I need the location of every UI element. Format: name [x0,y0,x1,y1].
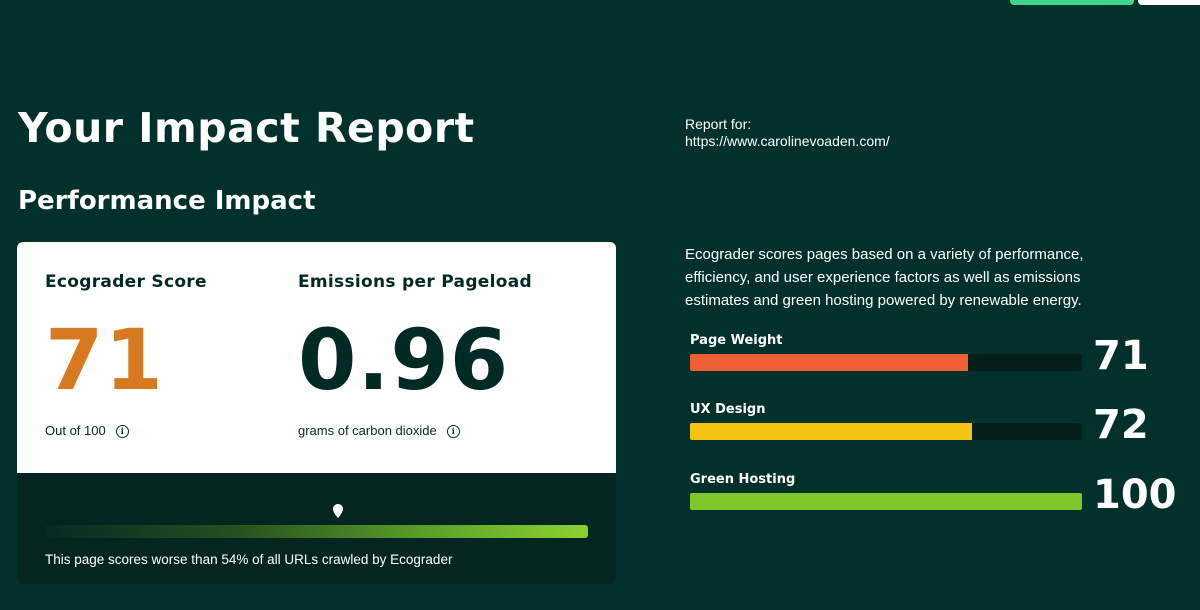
top-nav-button-secondary[interactable] [1138,0,1200,5]
factor-label: Green Hosting [690,472,796,487]
percentile-bar [45,525,588,538]
score-card: Ecograder Score 71 Out of 100 i Emissions… [17,242,616,584]
factor-score: 71 [1093,333,1149,379]
score-card-top: Ecograder Score 71 Out of 100 i Emissions… [17,242,616,473]
section-title: Performance Impact [18,186,316,216]
factor-bar-fill [690,423,973,440]
factor-page-weight: Page Weight 71 [690,333,1180,403]
emissions-subtext: grams of carbon dioxide i [298,423,460,438]
factor-score: 100 [1093,472,1177,518]
info-icon[interactable]: i [115,425,129,438]
percentile-caption: This page scores worse than 54% of all U… [45,552,453,567]
emissions-label: Emissions per Pageload [298,272,532,292]
factor-green-hosting: Green Hosting 100 [690,472,1180,542]
report-for: Report for: https://www.carolinevoaden.c… [685,116,890,150]
report-url: https://www.carolinevoaden.com/ [685,133,890,149]
factor-ux-design: UX Design 72 [690,402,1180,472]
emissions-unit: grams of carbon dioxide [298,423,437,438]
ecograder-score-value: 71 [45,311,164,409]
emissions-value: 0.96 [298,311,510,409]
factor-bar [690,493,1082,510]
ecograder-score-label: Ecograder Score [45,272,207,292]
info-icon[interactable]: i [446,425,460,438]
report-for-label: Report for: [685,116,752,132]
ecograder-score-subtext: Out of 100 i [45,423,129,438]
factor-bar-fill [690,354,969,371]
location-pin-icon [333,504,344,518]
factor-bar-fill [690,493,1082,510]
page-title: Your Impact Report [18,104,475,152]
score-description: Ecograder scores pages based on a variet… [685,246,1084,309]
factor-bar [690,354,1082,371]
ecograder-score-out-of: Out of 100 [45,423,106,438]
factor-score: 72 [1093,402,1149,448]
factor-label: UX Design [690,402,766,417]
top-nav-button-primary[interactable] [1010,0,1134,5]
factor-bar [690,423,1082,440]
factor-label: Page Weight [690,333,783,348]
